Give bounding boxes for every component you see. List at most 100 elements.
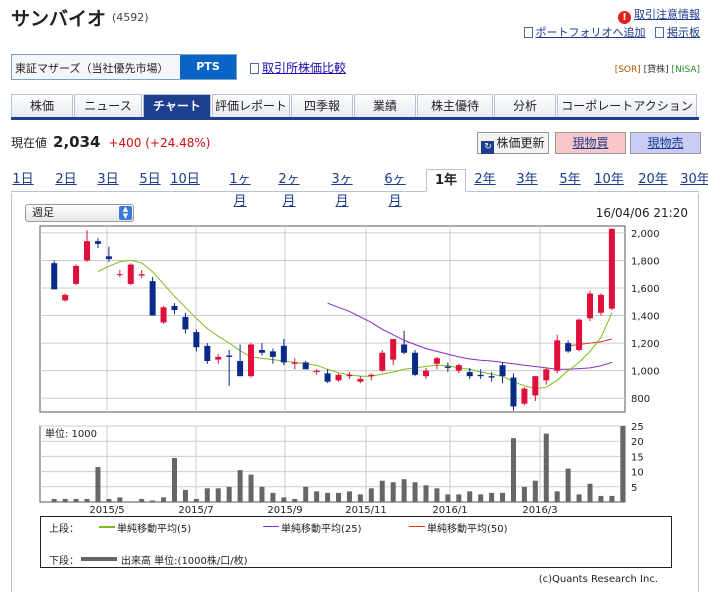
- volume-bar: [325, 492, 331, 502]
- candle-body: [521, 388, 528, 404]
- volume-bar: [182, 489, 188, 502]
- volume-bar: [117, 497, 123, 502]
- candle-body: [433, 358, 440, 364]
- candle-body: [477, 374, 484, 377]
- volume-unit-label: 単位: 1000: [45, 427, 97, 440]
- ytick-label: 1,200: [631, 339, 660, 350]
- xtick-label: 2015/9: [267, 505, 302, 516]
- candle-body: [94, 241, 101, 244]
- volume-bar: [587, 483, 593, 502]
- chart-legend: 上段： 単純移動平均(5) 単純移動平均(25) 単純移動平均(50) 下段： …: [40, 516, 672, 568]
- volume-bar: [248, 474, 254, 502]
- legend-ma5-line: [99, 526, 115, 528]
- volume-bar: [510, 438, 516, 502]
- volume-bar: [467, 491, 473, 502]
- candle-body: [138, 274, 145, 276]
- stock-chart: 2015/5 2015/7 2015/9 2015/11 2016/1 2016/3 800…: [39, 225, 660, 516]
- legend-ma5: 単純移動平均(5): [117, 524, 192, 535]
- volume-bar: [390, 482, 396, 502]
- ytick-label: 1,600: [631, 284, 660, 295]
- candle-body: [73, 265, 80, 284]
- volume-bar: [259, 486, 265, 502]
- volume-bar: [609, 495, 615, 502]
- volume-bar: [543, 433, 549, 502]
- candle-body: [149, 281, 156, 316]
- candle-body: [291, 362, 298, 364]
- candle-body: [302, 362, 309, 370]
- candle-body: [193, 332, 200, 348]
- candle-body: [280, 345, 287, 363]
- candle-body: [379, 352, 386, 371]
- volume-bar: [139, 498, 145, 502]
- candle-body: [313, 370, 320, 373]
- candle-body: [422, 370, 429, 377]
- vol-ytick-label: 10: [631, 468, 644, 479]
- candle-body: [215, 356, 222, 360]
- candle-body: [258, 350, 265, 353]
- xtick-label: 2015/7: [178, 505, 213, 516]
- candle-body: [390, 338, 397, 360]
- candle-body: [488, 376, 495, 378]
- candle-body: [412, 352, 419, 375]
- volume-bar: [150, 500, 156, 502]
- volume-bar: [368, 488, 374, 502]
- volume-bar: [478, 494, 484, 502]
- legend-lower: 下段：: [49, 556, 79, 567]
- volume-bar: [193, 498, 199, 502]
- volume-bar: [379, 480, 385, 502]
- legend-volume-line: [81, 557, 117, 561]
- candle-body: [543, 369, 550, 381]
- candle-body: [226, 355, 233, 357]
- candle-body: [182, 316, 189, 330]
- volume-bar: [281, 497, 287, 502]
- volume-bar: [620, 426, 626, 502]
- vol-ytick-label: 5: [631, 483, 637, 494]
- volume-bar: [73, 498, 79, 502]
- legend-ma25-line: [263, 526, 279, 527]
- ytick-label: 1,800: [631, 256, 660, 267]
- volume-bar: [554, 491, 560, 502]
- volume-bar: [423, 485, 429, 502]
- candle-body: [608, 228, 615, 309]
- candle-body: [248, 344, 255, 377]
- candle-body: [127, 264, 134, 284]
- volume-bar: [204, 488, 210, 502]
- volume-bar: [489, 492, 495, 502]
- volume-bar: [357, 494, 363, 502]
- candle-body: [84, 241, 91, 261]
- legend-volume: 出来高 単位:(1000株/口/枚): [121, 556, 248, 567]
- volume-bar: [171, 457, 177, 502]
- vol-ytick-label: 25: [631, 422, 644, 433]
- vol-ytick-label: 20: [631, 437, 644, 448]
- candle-body: [368, 374, 375, 377]
- volume-bar: [521, 486, 527, 502]
- volume-bar: [51, 498, 57, 502]
- candle-body: [401, 344, 408, 353]
- volume-bar: [84, 498, 90, 502]
- volume-bar: [412, 482, 418, 502]
- volume-bar: [500, 492, 506, 502]
- volume-bar: [106, 498, 112, 502]
- xtick-label: 2016/1: [432, 505, 467, 516]
- ma25-line: [327, 302, 613, 370]
- volume-bar: [215, 488, 221, 502]
- volume-bar: [237, 470, 243, 502]
- candle-body: [576, 319, 583, 350]
- legend-ma50-line: [409, 526, 425, 527]
- volume-bar: [62, 498, 68, 502]
- volume-bar: [565, 468, 571, 502]
- volume-bar: [303, 486, 309, 502]
- volume-bar: [346, 491, 352, 502]
- candle-body: [105, 256, 112, 260]
- volume-bar: [598, 495, 604, 502]
- candle-body: [171, 305, 178, 311]
- xtick-label: 2015/5: [89, 505, 124, 516]
- volume-bar: [161, 497, 167, 502]
- volume-bar: [456, 494, 462, 502]
- volume-bar: [314, 491, 320, 502]
- candle-body: [499, 365, 506, 377]
- candle-body: [204, 345, 211, 362]
- copyright: (c)Quants Research Inc.: [538, 574, 658, 585]
- ma5-line: [97, 259, 613, 390]
- ytick-label: 2,000: [631, 229, 660, 240]
